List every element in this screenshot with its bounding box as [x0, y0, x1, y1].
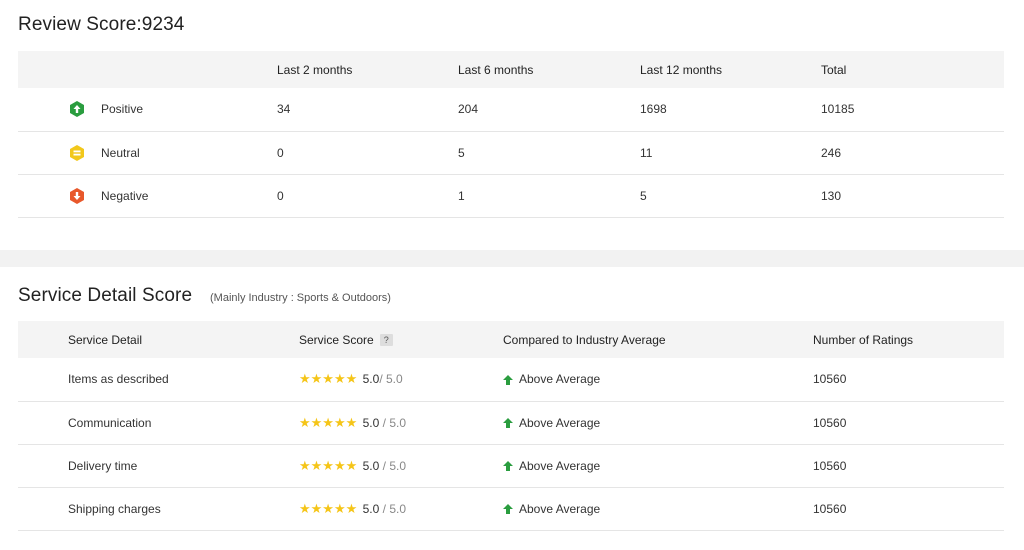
- ratings-count: 10560: [813, 358, 1004, 402]
- compared-label: Above Average: [519, 415, 601, 430]
- star-rating-icon: ★★★★★: [299, 500, 358, 516]
- review-type-label: Neutral: [101, 145, 140, 160]
- star-rating-icon: ★★★★★: [299, 371, 358, 387]
- service-score-max: / 5.0: [379, 415, 406, 430]
- service-col-ratings: Number of Ratings: [813, 321, 1004, 358]
- service-table-header: Service Detail Service Score? Compared t…: [18, 321, 1004, 358]
- review-type-cell: Positive: [18, 88, 277, 132]
- compared-label: Above Average: [519, 458, 601, 473]
- industry-note: (Mainly Industry : Sports & Outdoors): [210, 292, 391, 304]
- service-score-value: 5.0: [362, 501, 380, 516]
- service-detail-section: Service Detail Score (Mainly Industry : …: [0, 267, 1024, 550]
- star-rating-icon: ★★★★★: [299, 457, 358, 473]
- service-col-score-label: Service Score: [299, 332, 374, 347]
- service-score-max: / 5.0: [379, 372, 403, 387]
- service-col-score: Service Score?: [299, 321, 503, 358]
- service-score-cell: ★★★★★ 5.0 / 5.0: [299, 444, 503, 488]
- review-cell-value: 5: [458, 131, 640, 175]
- review-cell-value: 34: [277, 88, 458, 132]
- review-cell-value: 11: [640, 131, 821, 175]
- review-type-label: Positive: [101, 102, 144, 117]
- ratings-count: 10560: [813, 401, 1004, 445]
- service-detail-label: Communication: [18, 401, 299, 445]
- service-row: Items as described ★★★★★ 5.0/ 5.0 Above …: [18, 358, 1004, 402]
- review-score-title: Review Score:9234: [18, 14, 185, 35]
- review-row-positive: Positive 34 204 1698 10185: [18, 88, 1004, 132]
- review-cell-value: 1: [458, 174, 640, 218]
- review-col-2-months: Last 2 months: [277, 51, 458, 88]
- service-score-cell: ★★★★★ 5.0 / 5.0: [299, 401, 503, 445]
- star-rating-icon: ★★★★★: [299, 414, 358, 430]
- review-type-cell: Negative: [18, 174, 277, 218]
- ratings-count: 10560: [813, 487, 1004, 531]
- compared-cell: Above Average: [503, 358, 813, 402]
- help-icon[interactable]: ?: [379, 334, 393, 347]
- service-row: Communication ★★★★★ 5.0 / 5.0 Above Aver…: [18, 401, 1004, 445]
- service-detail-table: Service Detail Service Score? Compared t…: [18, 321, 1004, 531]
- compared-cell: Above Average: [503, 444, 813, 488]
- service-score-cell: ★★★★★ 5.0/ 5.0: [299, 358, 503, 402]
- negative-down-icon: [70, 187, 84, 204]
- arrow-up-icon: [503, 375, 513, 386]
- arrow-up-icon: [503, 504, 513, 515]
- service-detail-title: Service Detail Score: [18, 285, 193, 306]
- review-col-6-months: Last 6 months: [458, 51, 640, 88]
- review-row-neutral: Neutral 0 5 11 246: [18, 131, 1004, 175]
- review-type-cell: Neutral: [18, 131, 277, 175]
- neutral-equal-icon: [70, 144, 84, 161]
- service-score-value: 5.0: [362, 415, 380, 430]
- review-row-negative: Negative 0 1 5 130: [18, 174, 1004, 218]
- review-col-12-months: Last 12 months: [640, 51, 821, 88]
- service-detail-label: Delivery time: [18, 444, 299, 488]
- review-table-header: Last 2 months Last 6 months Last 12 mont…: [18, 51, 1004, 88]
- service-score-max: / 5.0: [379, 501, 406, 516]
- review-cell-value: 0: [277, 174, 458, 218]
- review-score-section: Review Score:9234 Last 2 months Last 6 m…: [0, 0, 1024, 250]
- review-cell-value: 130: [821, 174, 1004, 218]
- service-detail-label: Items as described: [18, 358, 299, 402]
- arrow-up-icon: [503, 461, 513, 472]
- service-score-value: 5.0: [362, 372, 380, 387]
- service-detail-label: Shipping charges: [18, 487, 299, 531]
- review-type-label: Negative: [101, 188, 149, 203]
- review-cell-value: 1698: [640, 88, 821, 132]
- service-row: Delivery time ★★★★★ 5.0 / 5.0 Above Aver…: [18, 444, 1004, 488]
- review-score-table: Last 2 months Last 6 months Last 12 mont…: [18, 51, 1004, 218]
- ratings-count: 10560: [813, 444, 1004, 488]
- positive-up-icon: [70, 101, 84, 118]
- review-cell-value: 0: [277, 131, 458, 175]
- review-col-total: Total: [821, 51, 1004, 88]
- service-score-max: / 5.0: [379, 458, 406, 473]
- section-divider: [0, 250, 1024, 267]
- review-cell-value: 5: [640, 174, 821, 218]
- compared-label: Above Average: [519, 501, 601, 516]
- service-score-value: 5.0: [362, 458, 380, 473]
- arrow-up-icon: [503, 418, 513, 429]
- compared-cell: Above Average: [503, 487, 813, 531]
- service-col-compared: Compared to Industry Average: [503, 321, 813, 358]
- review-cell-value: 246: [821, 131, 1004, 175]
- compared-cell: Above Average: [503, 401, 813, 445]
- service-score-cell: ★★★★★ 5.0 / 5.0: [299, 487, 503, 531]
- review-cell-value: 10185: [821, 88, 1004, 132]
- service-col-detail: Service Detail: [18, 321, 299, 358]
- review-cell-value: 204: [458, 88, 640, 132]
- review-col-type: [18, 51, 277, 88]
- service-row: Shipping charges ★★★★★ 5.0 / 5.0 Above A…: [18, 487, 1004, 531]
- compared-label: Above Average: [519, 372, 601, 387]
